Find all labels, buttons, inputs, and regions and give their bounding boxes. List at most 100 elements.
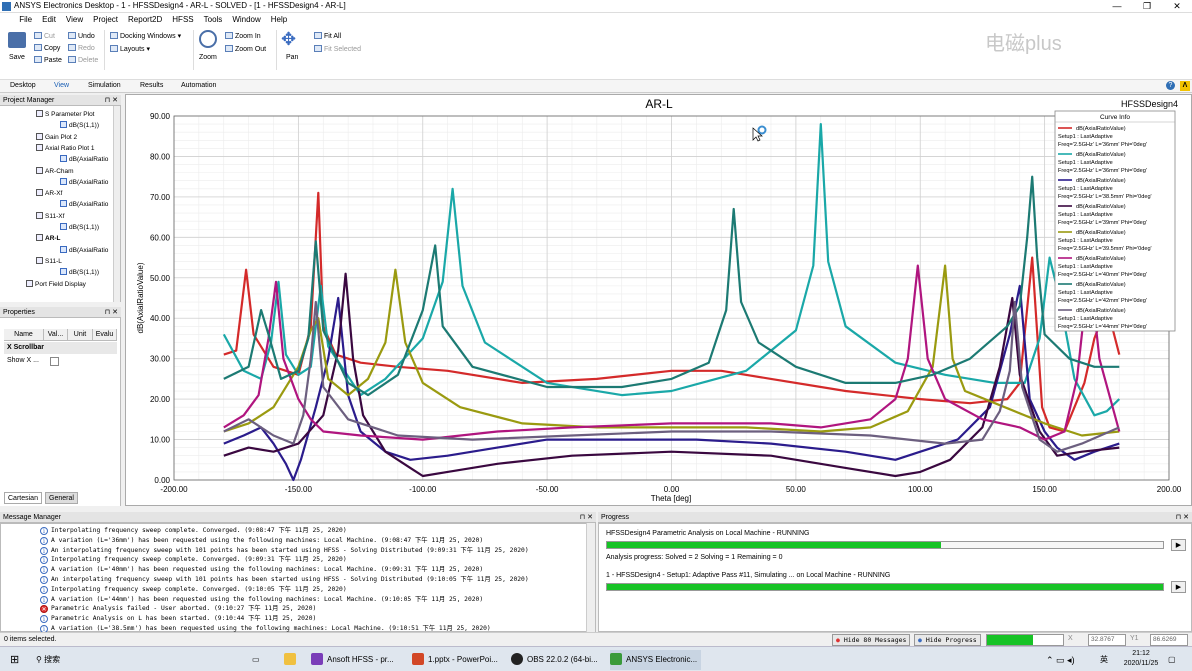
tab-results[interactable]: Results (140, 80, 163, 92)
legend-series-name: dB(AxialRatioValue) (1076, 178, 1126, 184)
menu-tools[interactable]: Tools (199, 13, 228, 26)
message-line[interactable]: iA variation (L='40mm') has been request… (40, 565, 483, 575)
tree-item-trace[interactable]: dB(AxialRatio (60, 154, 108, 165)
notification-icon[interactable]: ▢ (1168, 650, 1176, 670)
tab-automation[interactable]: Automation (181, 80, 216, 92)
menu-help[interactable]: Help (266, 13, 292, 26)
tree-item-trace[interactable]: dB(AxialRatio (60, 245, 108, 256)
job1-progress-bar (606, 541, 1164, 549)
x-tick-label: -200.00 (160, 485, 188, 494)
docking-windows-button[interactable]: Docking Windows ▾ (110, 32, 181, 41)
zoom-out-button[interactable]: Zoom Out (225, 45, 266, 54)
prop-col-unit[interactable]: Unit (68, 329, 93, 341)
menu-project[interactable]: Project (88, 13, 123, 26)
prop-row-name: Show X ... (7, 357, 39, 364)
axial-ratio-chart[interactable]: -200.00 -150.00 -100.00 -50.00 0.00 50.00 100.… (126, 95, 1192, 507)
task-ansoft-hfss[interactable]: Ansoft HFSS - pr... (311, 650, 394, 670)
task-view-icon[interactable]: ▭ (252, 650, 260, 670)
watermark: 电磁plus (985, 33, 1062, 55)
tree-item-plot[interactable]: S11-L (36, 256, 62, 267)
task-powerpoint[interactable]: 1.pptx - PowerPoi... (412, 650, 498, 670)
tree-item-plot[interactable]: S Parameter Plot (36, 109, 95, 120)
start-icon[interactable]: ⊞ (10, 650, 19, 670)
hide-progress-button[interactable]: ● Hide Progress (914, 634, 981, 646)
zoom-in-button[interactable]: Zoom In (225, 32, 261, 41)
task-ansys-electronics[interactable]: ANSYS Electronic... (610, 650, 702, 670)
menu-report2d[interactable]: Report2D (123, 13, 167, 26)
panel-close-icon[interactable]: ⊓ ✕ (105, 95, 118, 106)
tree-item-folder[interactable]: Port Field Display (26, 279, 86, 290)
tree-item-plot[interactable]: AR-Cham (36, 166, 74, 177)
ime-indicator[interactable]: 英 (1100, 650, 1108, 670)
tab-general[interactable]: General (45, 492, 78, 504)
menu-bar: File Edit View Project Report2D HFSS Tools Wind… (0, 13, 1192, 26)
tree-item-trace[interactable]: dB(AxialRatio (60, 177, 108, 188)
message-line[interactable]: i An interpolating frequency sweep with 1… (40, 575, 529, 585)
maximize-button[interactable]: ❐ (1132, 0, 1162, 13)
hide-messages-button[interactable]: ● Hide 80 Messages (832, 634, 911, 646)
tree-item-plot[interactable]: Axial Ratio Plot 1 (36, 143, 95, 154)
paste-button[interactable]: Paste (34, 56, 62, 65)
help-icon[interactable]: ? (1166, 81, 1175, 90)
menu-view[interactable]: View (61, 13, 88, 26)
minimize-button[interactable]: — (1102, 0, 1132, 13)
save-button[interactable]: Save (9, 53, 25, 62)
job1-expand-button[interactable]: ▶ (1171, 539, 1186, 551)
menu-hfss[interactable]: HFSS (167, 13, 198, 26)
message-line[interactable]: iA variation (L='36mm') has been request… (40, 536, 483, 546)
message-line[interactable]: i Interpolating frequency sweep complete.… (40, 585, 347, 595)
panel-close-icon[interactable]: ⊓ ✕ (580, 512, 593, 523)
layouts-button[interactable]: Layouts ▾ (110, 45, 150, 54)
tab-desktop[interactable]: Desktop (10, 80, 36, 92)
message-line[interactable]: i Parametric Analysis on L has been start… (40, 614, 316, 624)
show-x-checkbox[interactable] (50, 357, 59, 366)
clock[interactable]: 21:12 2020/11/25 (1118, 649, 1164, 669)
menu-file[interactable]: File (14, 13, 37, 26)
tree-item-plot[interactable]: S11-Xf (36, 211, 64, 222)
tray-icons[interactable]: ⌃ ▭ ◂) (1046, 650, 1075, 670)
tab-view[interactable]: View (54, 80, 69, 92)
message-line[interactable]: i An interpolating frequency sweep with 1… (40, 546, 529, 556)
copy-button[interactable]: Copy (34, 44, 60, 53)
tree-item-plot[interactable]: AR-Xf (36, 188, 62, 199)
message-line[interactable]: ✕ Parametric Analysis failed - User abort… (40, 604, 316, 614)
tree-item-plot[interactable]: Gain Plot 2 (36, 132, 77, 143)
zoom-icon (199, 30, 217, 48)
cut-button[interactable]: Cut (34, 32, 55, 41)
tree-item-label: AR-Xf (45, 190, 63, 198)
message-scrollbar[interactable] (586, 523, 595, 632)
panel-close-icon[interactable]: ⊓ ✕ (105, 307, 118, 318)
message-line[interactable]: i Interpolating frequency sweep complete.… (40, 555, 347, 565)
redo-button[interactable]: Redo (68, 44, 95, 53)
tree-item-trace[interactable]: dB(S(1,1)) (60, 267, 99, 278)
panel-close-icon[interactable]: ⊓ ✕ (1176, 512, 1189, 523)
taskbar-search[interactable]: ⚲ 搜索 (36, 650, 60, 670)
tree-item-plot[interactable]: AR-L (36, 233, 61, 244)
delete-button[interactable]: Delete (68, 56, 98, 65)
tree-item-label: dB(S(1,1)) (69, 269, 99, 277)
fit-selected-button[interactable]: Fit Selected (314, 45, 361, 54)
tab-simulation[interactable]: Simulation (88, 80, 121, 92)
close-button[interactable]: ✕ (1162, 0, 1192, 13)
y-tick-label: 90.00 (150, 112, 171, 121)
prop-col-value[interactable]: Val... (44, 329, 68, 341)
message-line[interactable]: i Interpolating frequency sweep complete.… (40, 526, 347, 536)
tree-scrollbar[interactable] (113, 106, 120, 302)
job2-expand-button[interactable]: ▶ (1171, 581, 1186, 593)
prop-col-name[interactable]: Name (4, 329, 44, 341)
zoom-button[interactable]: Zoom (199, 53, 217, 62)
menu-window[interactable]: Window (227, 13, 265, 26)
tab-cartesian[interactable]: Cartesian (4, 492, 42, 504)
pan-button[interactable]: Pan (286, 53, 298, 62)
task-obs[interactable]: OBS 22.0.2 (64-bi... (511, 650, 598, 670)
tree-item-trace[interactable]: dB(S(1,1)) (60, 120, 99, 131)
prop-col-evaluated[interactable]: Evalu (93, 329, 117, 341)
message-line[interactable]: iA variation (L='44mm') has been request… (40, 595, 483, 605)
menu-edit[interactable]: Edit (37, 13, 61, 26)
tree-item-trace[interactable]: dB(S(1,1)) (60, 222, 99, 233)
report-window[interactable]: -200.00 -150.00 -100.00 -50.00 0.00 50.00 100.… (125, 94, 1192, 506)
fit-all-button[interactable]: Fit All (314, 32, 341, 41)
undo-button[interactable]: Undo (68, 32, 95, 41)
tree-item-trace[interactable]: dB(AxialRatio (60, 199, 108, 210)
file-explorer-icon[interactable] (284, 650, 300, 670)
